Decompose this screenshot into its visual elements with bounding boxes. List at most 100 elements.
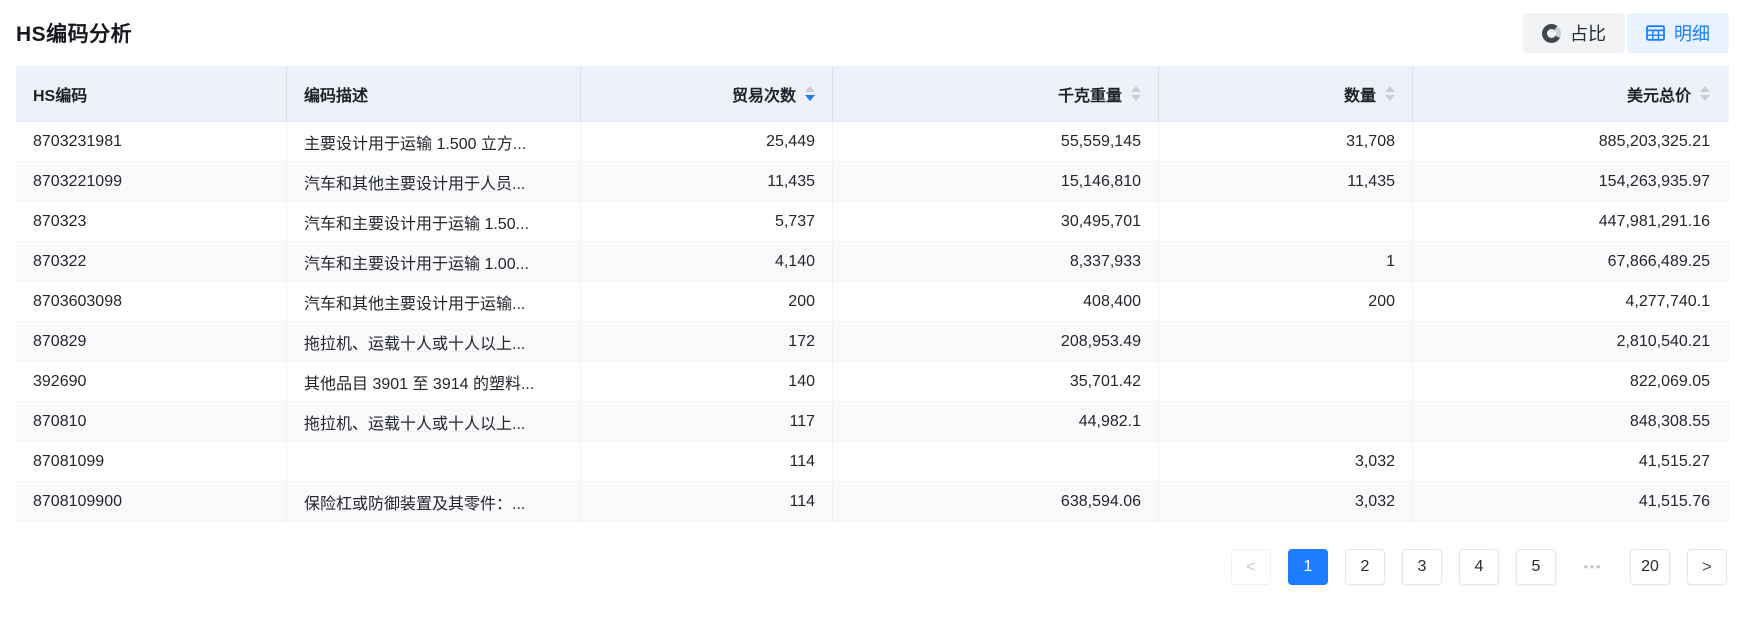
cell-quantity: 1 bbox=[1159, 242, 1413, 281]
table-row: 870829拖拉机、运载十人或十人以上...172208,953.492,810… bbox=[16, 322, 1729, 362]
view-toggle-group: 占比 明细 bbox=[1523, 13, 1729, 53]
cell-kg-weight: 30,495,701 bbox=[833, 202, 1159, 241]
column-header-6[interactable]: 美元总价 bbox=[1413, 66, 1727, 121]
cell-kg-weight: 408,400 bbox=[833, 282, 1159, 321]
table-row: 870810991143,03241,515.27 bbox=[16, 442, 1729, 482]
cell-trade-count: 114 bbox=[581, 442, 833, 481]
cell-quantity bbox=[1159, 322, 1413, 361]
cell-hs-code: 870322 bbox=[16, 242, 287, 281]
sort-caret-down-icon bbox=[1700, 95, 1710, 101]
cell-description: 拖拉机、运载十人或十人以上... bbox=[287, 402, 581, 441]
cell-hs-code: 8708109900 bbox=[16, 482, 287, 521]
cell-hs-code: 8703221099 bbox=[16, 162, 287, 201]
detail-view-label: 明细 bbox=[1674, 20, 1710, 46]
cell-kg-weight: 638,594.06 bbox=[833, 482, 1159, 521]
table-row: 870810拖拉机、运载十人或十人以上...11744,982.1 848,308… bbox=[16, 402, 1729, 442]
table-row: 870322汽车和主要设计用于运输 1.00...4,1408,337,9331… bbox=[16, 242, 1729, 282]
cell-hs-code: 392690 bbox=[16, 362, 287, 401]
table-grid-icon bbox=[1646, 25, 1665, 41]
cell-quantity: 11,435 bbox=[1159, 162, 1413, 201]
cell-hs-code: 870323 bbox=[16, 202, 287, 241]
sort-caret-down-icon bbox=[1385, 95, 1395, 101]
cell-quantity bbox=[1159, 402, 1413, 441]
column-label: 贸易次数 bbox=[732, 82, 796, 106]
cell-quantity: 200 bbox=[1159, 282, 1413, 321]
cell-trade-count: 114 bbox=[581, 482, 833, 521]
sort-caret-down-icon bbox=[1131, 95, 1141, 101]
table-row: 870323汽车和主要设计用于运输 1.50...5,73730,495,701… bbox=[16, 202, 1729, 242]
cell-usd-total: 67,866,489.25 bbox=[1413, 242, 1727, 281]
cell-kg-weight: 44,982.1 bbox=[833, 402, 1159, 441]
table-body: 8703231981主要设计用于运输 1.500 立方...25,44955,5… bbox=[16, 122, 1729, 522]
table-row: 8703221099汽车和其他主要设计用于人员...11,43515,146,8… bbox=[16, 162, 1729, 202]
hs-code-analysis-panel: HS编码分析 占比 明细 HS编码编码描述贸易次数千克重量数量美元总价 8703… bbox=[0, 0, 1745, 585]
header-bar: HS编码分析 占比 明细 bbox=[16, 10, 1729, 56]
proportion-view-label: 占比 bbox=[1570, 20, 1606, 46]
column-label: HS编码 bbox=[33, 82, 87, 106]
pagination-ellipsis[interactable]: ••• bbox=[1573, 549, 1613, 585]
page-button-2[interactable]: 2 bbox=[1345, 549, 1385, 585]
cell-kg-weight: 8,337,933 bbox=[833, 242, 1159, 281]
cell-kg-weight: 55,559,145 bbox=[833, 122, 1159, 161]
cell-usd-total: 848,308.55 bbox=[1413, 402, 1727, 441]
cell-usd-total: 154,263,935.97 bbox=[1413, 162, 1727, 201]
cell-hs-code: 87081099 bbox=[16, 442, 287, 481]
sort-caret-up-icon bbox=[1385, 86, 1395, 92]
cell-quantity: 31,708 bbox=[1159, 122, 1413, 161]
column-header-4[interactable]: 千克重量 bbox=[833, 66, 1159, 121]
column-header-3[interactable]: 贸易次数 bbox=[581, 66, 833, 121]
proportion-view-button[interactable]: 占比 bbox=[1523, 13, 1625, 53]
sort-caret-up-icon bbox=[1700, 86, 1710, 92]
column-header-5[interactable]: 数量 bbox=[1159, 66, 1413, 121]
page-button-20[interactable]: 20 bbox=[1630, 549, 1670, 585]
cell-trade-count: 200 bbox=[581, 282, 833, 321]
table-row: 392690其他品目 3901 至 3914 的塑料...14035,701.4… bbox=[16, 362, 1729, 402]
table-row: 8703603098汽车和其他主要设计用于运输...200408,4002004… bbox=[16, 282, 1729, 322]
page-button-3[interactable]: 3 bbox=[1402, 549, 1442, 585]
column-label: 千克重量 bbox=[1058, 82, 1122, 106]
pagination: <12345 ••• 20 > bbox=[16, 549, 1729, 585]
page-button-1[interactable]: 1 bbox=[1288, 549, 1328, 585]
sort-carets bbox=[1385, 86, 1395, 101]
table-header-row: HS编码编码描述贸易次数千克重量数量美元总价 bbox=[16, 66, 1729, 122]
cell-usd-total: 41,515.76 bbox=[1413, 482, 1727, 521]
cell-description bbox=[287, 442, 581, 481]
sort-caret-up-icon bbox=[1131, 86, 1141, 92]
cell-description: 汽车和主要设计用于运输 1.00... bbox=[287, 242, 581, 281]
detail-view-button[interactable]: 明细 bbox=[1627, 13, 1729, 53]
table-row: 8703231981主要设计用于运输 1.500 立方...25,44955,5… bbox=[16, 122, 1729, 162]
cell-usd-total: 2,810,540.21 bbox=[1413, 322, 1727, 361]
hs-code-table: HS编码编码描述贸易次数千克重量数量美元总价 8703231981主要设计用于运… bbox=[16, 66, 1729, 522]
cell-quantity: 3,032 bbox=[1159, 442, 1413, 481]
donut-chart-icon bbox=[1542, 24, 1561, 43]
column-header-1: HS编码 bbox=[16, 66, 287, 121]
page-button-4[interactable]: 4 bbox=[1459, 549, 1499, 585]
cell-usd-total: 447,981,291.16 bbox=[1413, 202, 1727, 241]
cell-trade-count: 140 bbox=[581, 362, 833, 401]
sort-carets bbox=[805, 86, 815, 101]
sort-carets bbox=[1131, 86, 1141, 101]
cell-description: 汽车和其他主要设计用于人员... bbox=[287, 162, 581, 201]
cell-kg-weight: 35,701.42 bbox=[833, 362, 1159, 401]
cell-trade-count: 11,435 bbox=[581, 162, 833, 201]
cell-quantity bbox=[1159, 202, 1413, 241]
sort-caret-down-icon bbox=[805, 95, 815, 101]
cell-description: 其他品目 3901 至 3914 的塑料... bbox=[287, 362, 581, 401]
cell-description: 主要设计用于运输 1.500 立方... bbox=[287, 122, 581, 161]
column-label: 美元总价 bbox=[1627, 82, 1691, 106]
cell-kg-weight: 15,146,810 bbox=[833, 162, 1159, 201]
prev-page-button[interactable]: < bbox=[1231, 549, 1271, 585]
next-page-button[interactable]: > bbox=[1687, 549, 1727, 585]
page-title: HS编码分析 bbox=[16, 18, 132, 48]
page-button-5[interactable]: 5 bbox=[1516, 549, 1556, 585]
cell-trade-count: 172 bbox=[581, 322, 833, 361]
cell-hs-code: 8703603098 bbox=[16, 282, 287, 321]
cell-trade-count: 5,737 bbox=[581, 202, 833, 241]
cell-kg-weight bbox=[833, 442, 1159, 481]
cell-trade-count: 25,449 bbox=[581, 122, 833, 161]
cell-trade-count: 117 bbox=[581, 402, 833, 441]
cell-kg-weight: 208,953.49 bbox=[833, 322, 1159, 361]
table-row: 8708109900保险杠或防御装置及其零件：...114638,594.063… bbox=[16, 482, 1729, 522]
cell-usd-total: 822,069.05 bbox=[1413, 362, 1727, 401]
cell-hs-code: 870810 bbox=[16, 402, 287, 441]
